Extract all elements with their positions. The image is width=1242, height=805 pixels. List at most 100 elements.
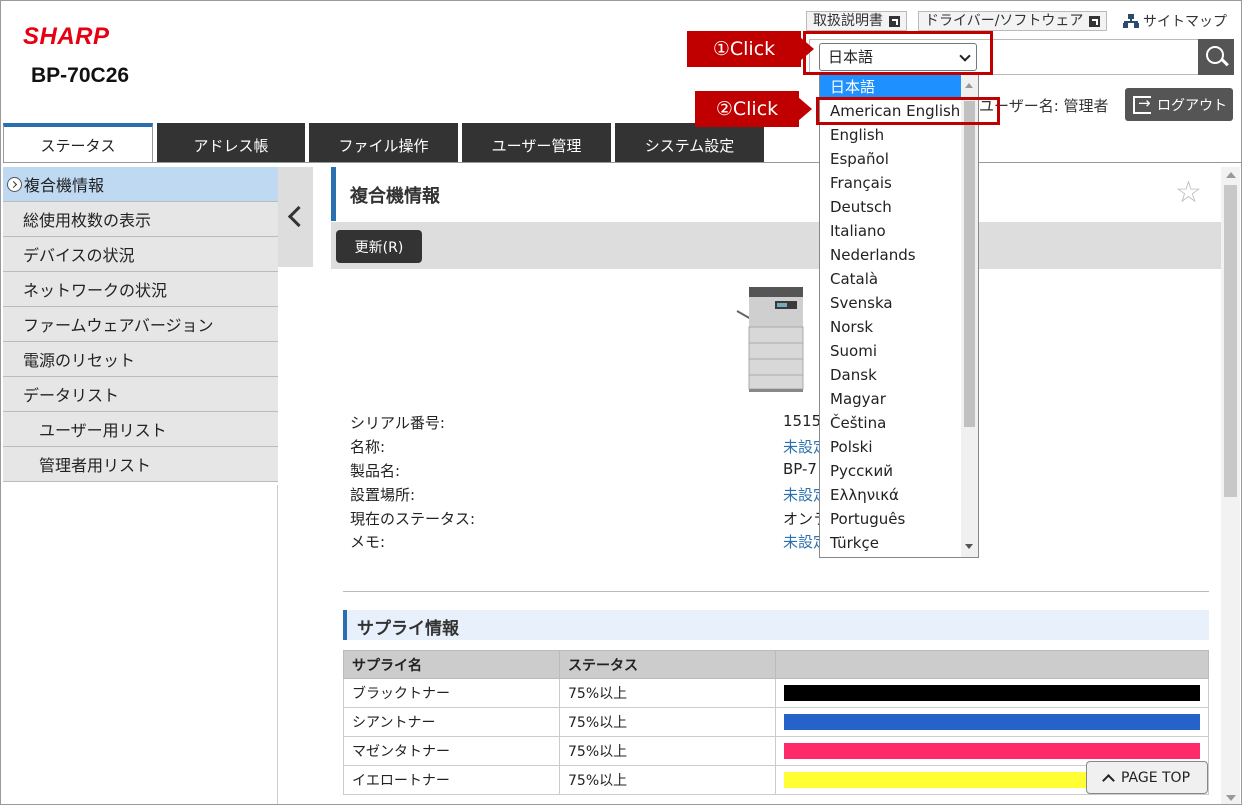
sitemap-link[interactable]: サイトマップ <box>1123 11 1227 31</box>
main-tabs: ステータス アドレス帳 ファイル操作 ユーザー管理 システム設定 <box>3 123 764 163</box>
supply-status: 75%以上 <box>559 765 776 795</box>
highlight-language-select <box>803 31 993 75</box>
table-header <box>775 650 1209 679</box>
external-link-icon <box>889 15 900 27</box>
dropdown-scrollbar[interactable] <box>961 75 978 557</box>
table-row: ブラックトナー 75%以上 <box>343 678 1209 708</box>
scroll-up-arrow-icon[interactable] <box>965 83 973 88</box>
model-name: BP-70C26 <box>31 64 130 87</box>
language-option[interactable]: Deutsch <box>820 195 962 219</box>
tab-user-management[interactable]: ユーザー管理 <box>462 123 611 163</box>
step2-callout: ②Click <box>695 91 799 127</box>
page-title: 複合機情報 <box>350 186 440 207</box>
step1-pointer <box>800 37 814 61</box>
toner-level-bar <box>784 685 1200 701</box>
section-divider <box>343 591 1209 592</box>
language-option[interactable]: Suomi <box>820 339 962 363</box>
content-toolbar <box>331 222 1221 269</box>
sidebar-item-label: ファームウェアバージョン <box>23 316 214 335</box>
sidebar-item-label: 管理者用リスト <box>39 456 152 475</box>
table-header-row: サプライ名 ステータス <box>343 650 1209 679</box>
sidebar: 複合機情報 総使用枚数の表示 デバイスの状況 ネットワークの状況 ファームウェア… <box>3 167 278 482</box>
page-top-button[interactable]: PAGE TOP <box>1086 761 1208 794</box>
scroll-down-arrow-icon[interactable] <box>1226 795 1236 801</box>
info-label-memo: メモ: <box>350 533 386 551</box>
supply-table: サプライ名 ステータス ブラックトナー 75%以上 シアントナー 75%以上 マ… <box>343 650 1209 795</box>
sidebar-item-label: 電源のリセット <box>23 351 136 370</box>
manual-link[interactable]: 取扱説明書 <box>806 11 907 31</box>
collapse-sidebar-button[interactable] <box>278 167 313 267</box>
refresh-button[interactable]: 更新(R) <box>336 230 422 263</box>
step2-pointer <box>798 97 812 121</box>
tab-system-settings[interactable]: システム設定 <box>615 123 764 163</box>
favorite-star-icon[interactable]: ☆ <box>1175 175 1202 210</box>
table-header: ステータス <box>559 650 776 679</box>
sidebar-item-network-status[interactable]: ネットワークの状況 <box>3 272 278 307</box>
language-option[interactable]: Ελληνικά <box>820 483 962 507</box>
sidebar-item-power-reset[interactable]: 電源のリセット <box>3 342 278 377</box>
sidebar-item-firmware-version[interactable]: ファームウェアバージョン <box>3 307 278 342</box>
browser-frame: SHARP BP-70C26 取扱説明書 ドライバー/ソフトウェア サイトマップ… <box>0 0 1242 805</box>
sidebar-item-device-info[interactable]: 複合機情報 <box>3 167 278 202</box>
info-label-product: 製品名: <box>350 462 401 480</box>
language-option[interactable]: Русский <box>820 459 962 483</box>
table-row: マゼンタトナー 75%以上 <box>343 736 1209 766</box>
sitemap-label: サイトマップ <box>1143 14 1227 30</box>
sidebar-item-device-status[interactable]: デバイスの状況 <box>3 237 278 272</box>
logout-button[interactable]: ログアウト <box>1125 88 1233 121</box>
language-option[interactable]: Čeština <box>820 411 962 435</box>
sidebar-item-label: データリスト <box>23 386 120 405</box>
language-option[interactable]: Català <box>820 267 962 291</box>
supply-level-cell <box>775 678 1209 708</box>
supply-name: イエロートナー <box>343 765 560 795</box>
tab-file-operations[interactable]: ファイル操作 <box>309 123 458 163</box>
language-option[interactable]: Français <box>820 171 962 195</box>
table-row: シアントナー 75%以上 <box>343 707 1209 737</box>
sidebar-item-user-list[interactable]: ユーザー用リスト <box>3 412 278 447</box>
tab-status[interactable]: ステータス <box>3 123 153 163</box>
info-value-product: BP-7 <box>783 460 817 478</box>
language-option[interactable]: Português <box>820 507 962 531</box>
language-option[interactable]: 日本語 <box>820 75 962 99</box>
language-option[interactable]: Polski <box>820 435 962 459</box>
language-option[interactable]: English <box>820 123 962 147</box>
language-option[interactable]: Svenska <box>820 291 962 315</box>
step1-callout: ①Click <box>687 31 801 67</box>
table-header: サプライ名 <box>343 650 560 679</box>
printer-image <box>736 287 804 392</box>
scroll-up-arrow-icon[interactable] <box>1226 172 1236 178</box>
driver-link[interactable]: ドライバー/ソフトウェア <box>918 11 1108 31</box>
supply-status: 75%以上 <box>559 678 776 708</box>
supply-section-title: サプライ情報 <box>357 619 459 639</box>
language-option[interactable]: Español <box>820 147 962 171</box>
info-label-status: 現在のステータス: <box>350 510 476 528</box>
sidebar-item-admin-list[interactable]: 管理者用リスト <box>3 447 278 482</box>
logout-icon <box>1133 94 1151 114</box>
page-scrollbar[interactable] <box>1221 167 1240 804</box>
sitemap-icon <box>1123 14 1139 28</box>
external-link-icon <box>1089 15 1101 27</box>
scroll-down-arrow-icon[interactable] <box>965 544 973 549</box>
page-top-label: PAGE TOP <box>1120 769 1191 786</box>
supply-name: ブラックトナー <box>343 678 560 708</box>
sidebar-item-label: 複合機情報 <box>24 176 105 195</box>
sidebar-item-data-list[interactable]: データリスト <box>3 377 278 412</box>
supply-section-header: サプライ情報 <box>343 610 1209 640</box>
sidebar-item-total-count[interactable]: 総使用枚数の表示 <box>3 202 278 237</box>
search-button[interactable] <box>1198 39 1234 75</box>
language-option[interactable]: Türkçe <box>820 531 962 555</box>
supply-name: シアントナー <box>343 707 560 737</box>
logout-label: ログアウト <box>1157 97 1227 114</box>
manual-link-label: 取扱説明書 <box>813 13 883 29</box>
language-option[interactable]: Magyar <box>820 387 962 411</box>
language-option[interactable]: Italiano <box>820 219 962 243</box>
language-option[interactable]: Norsk <box>820 315 962 339</box>
language-option[interactable]: Dansk <box>820 363 962 387</box>
toner-level-bar <box>784 743 1200 759</box>
dropdown-scrollbar-thumb[interactable] <box>964 101 975 427</box>
language-options: 日本語 American English English Español Françai… <box>820 75 978 555</box>
sidebar-item-label: 総使用枚数の表示 <box>23 211 152 230</box>
language-option[interactable]: Nederlands <box>820 243 962 267</box>
tab-address-book[interactable]: アドレス帳 <box>157 123 305 163</box>
scrollbar-thumb[interactable] <box>1224 185 1237 497</box>
